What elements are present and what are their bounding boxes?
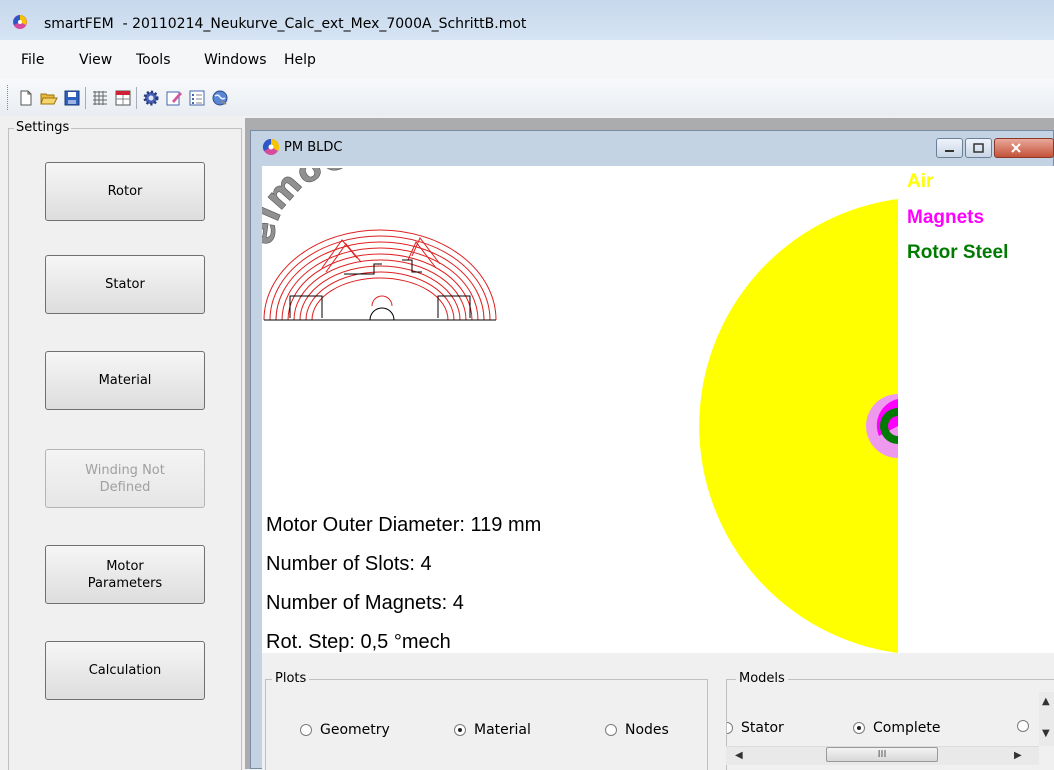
calculation-button[interactable]: Calculation <box>45 641 205 700</box>
list-icon[interactable] <box>188 89 206 107</box>
app-icon <box>13 15 27 29</box>
radio-model-3[interactable] <box>1017 720 1037 732</box>
elmocad-logo: elmoCAD <box>242 131 502 328</box>
menu-view[interactable]: View <box>79 52 112 68</box>
menu-windows[interactable]: Windows <box>204 52 267 68</box>
settings-gear-icon[interactable] <box>142 89 160 107</box>
toolbar-grip[interactable] <box>7 85 11 110</box>
scroll-down-arrow[interactable]: ▼ <box>1042 728 1050 739</box>
child-window-icon <box>262 138 280 155</box>
open-icon[interactable] <box>40 89 58 107</box>
winding-button: Winding Not Defined <box>45 449 205 508</box>
plots-legend: Plots <box>272 671 310 686</box>
radio-material-label: Material <box>474 722 531 738</box>
logo-graphic: elmoCAD <box>242 131 497 321</box>
legend-rotor-steel: Rotor Steel <box>907 242 1009 263</box>
new-icon[interactable] <box>17 89 35 107</box>
radio-nodes-dot[interactable] <box>605 724 617 736</box>
stator-button[interactable]: Stator <box>45 255 205 314</box>
scroll-left-arrow[interactable]: ◀ <box>735 750 743 761</box>
edit-icon[interactable] <box>165 89 183 107</box>
radio-geometry-dot[interactable] <box>300 724 312 736</box>
legend-air: Air <box>907 171 934 192</box>
radio-material[interactable]: Material <box>454 722 531 738</box>
radio-stator-dot[interactable] <box>727 722 733 734</box>
magnets-text: Number of Magnets: 4 <box>266 592 464 614</box>
radio-stator[interactable]: Stator <box>727 720 784 736</box>
menu-file[interactable]: File <box>21 52 44 68</box>
menu-tools[interactable]: Tools <box>136 52 171 68</box>
motor-parameters-button[interactable]: Motor Parameters <box>45 545 205 604</box>
scroll-thumb[interactable]: III <box>826 747 938 762</box>
toolbar-separator <box>85 87 86 109</box>
close-button[interactable] <box>994 138 1054 158</box>
restore-button[interactable] <box>965 138 992 158</box>
outer-diameter-text: Motor Outer Diameter: 119 mm <box>266 514 542 536</box>
settings-legend: Settings <box>14 120 72 135</box>
restore-icon <box>973 143 984 153</box>
title-bar: smartFEM - 20110214_Neukurve_Calc_ext_Me… <box>0 0 1054 40</box>
toolbar <box>0 79 1054 116</box>
window-title: smartFEM - 20110214_Neukurve_Calc_ext_Me… <box>44 16 527 32</box>
scroll-up-arrow[interactable]: ▲ <box>1042 696 1050 707</box>
legend-magnets: Magnets <box>907 207 985 228</box>
logo-text: elmoCAD <box>262 168 405 247</box>
radio-geometry-label: Geometry <box>320 722 390 738</box>
table-icon[interactable] <box>114 89 132 107</box>
minimize-button[interactable] <box>936 138 963 158</box>
rot-step-text: Rot. Step: 0,5 °mech <box>266 631 451 653</box>
radio-complete-label: Complete <box>873 720 941 736</box>
models-scroll-area: Stator Complete <box>727 690 1037 746</box>
radio-nodes-label: Nodes <box>625 722 669 738</box>
material-button[interactable]: Material <box>45 351 205 410</box>
rotor-button[interactable]: Rotor <box>45 162 205 221</box>
minimize-icon <box>945 150 954 152</box>
toolbar-separator <box>136 87 137 109</box>
radio-material-dot[interactable] <box>454 724 466 736</box>
radio-nodes[interactable]: Nodes <box>605 722 669 738</box>
radio-geometry[interactable]: Geometry <box>300 722 390 738</box>
radio-stator-label: Stator <box>741 720 784 736</box>
close-icon <box>1011 143 1021 153</box>
scroll-right-arrow[interactable]: ▶ <box>1014 750 1022 761</box>
mesh-icon[interactable] <box>91 89 109 107</box>
radio-complete[interactable]: Complete <box>853 720 940 736</box>
slots-text: Number of Slots: 4 <box>266 553 432 575</box>
menu-help[interactable]: Help <box>284 52 316 68</box>
radio-model-3-dot[interactable] <box>1017 720 1029 732</box>
child-window-title: PM BLDC <box>284 140 343 155</box>
globe-icon[interactable] <box>211 89 229 107</box>
radio-complete-dot[interactable] <box>853 722 865 734</box>
models-legend: Models <box>736 671 788 686</box>
save-icon[interactable] <box>63 89 81 107</box>
